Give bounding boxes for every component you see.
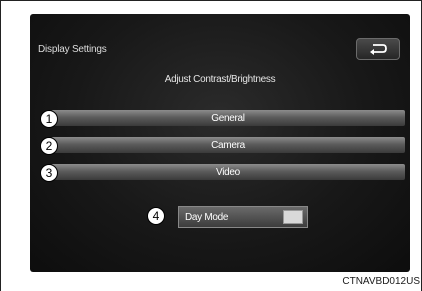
- day-mode-indicator: [283, 210, 303, 224]
- menu-item-camera[interactable]: Camera: [51, 137, 405, 153]
- callout-2: 2: [40, 137, 58, 155]
- figure-caption: CTNAVBD012US: [342, 276, 420, 287]
- day-mode-button[interactable]: Day Mode: [178, 206, 308, 228]
- callout-3: 3: [40, 164, 58, 182]
- day-mode-label: Day Mode: [185, 211, 229, 223]
- menu-item-general-label: General: [211, 112, 245, 124]
- menu-item-general[interactable]: General: [51, 110, 405, 126]
- back-button[interactable]: [356, 38, 400, 60]
- menu-item-camera-label: Camera: [211, 139, 245, 151]
- menu-item-video-label: Video: [216, 166, 240, 178]
- display-settings-screen: Display Settings Adjust Contrast/Brightn…: [30, 14, 410, 272]
- adjust-contrast-brightness-heading: Adjust Contrast/Brightness: [164, 74, 276, 85]
- menu-item-video[interactable]: Video: [51, 164, 405, 180]
- callout-1: 1: [40, 110, 58, 128]
- callout-4: 4: [147, 207, 165, 225]
- frame-top-border: [0, 0, 422, 1]
- return-arrow-icon: [370, 44, 387, 55]
- screen-title: Display Settings: [38, 44, 107, 55]
- frame-left-border: [0, 0, 1, 291]
